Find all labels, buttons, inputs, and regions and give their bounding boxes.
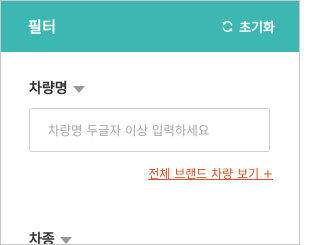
reset-label: 초기화	[239, 21, 275, 36]
view-all-brands-link[interactable]: 전체 브랜드 차량 보기 +	[148, 165, 273, 182]
refresh-icon	[221, 20, 234, 33]
reset-button[interactable]: 초기화	[221, 17, 275, 36]
filter-title: 필터	[28, 18, 57, 36]
caret-down-icon	[72, 85, 85, 93]
vehicle-type-heading: 차종	[29, 232, 55, 245]
vehicle-type-section-toggle[interactable]: 차종	[29, 229, 72, 245]
filter-header: 필터 초기화	[1, 1, 299, 52]
vehicle-name-search-input[interactable]	[29, 108, 270, 152]
caret-down-icon	[59, 236, 72, 244]
filter-panel: 필터 초기화 차량명 전체 브랜드 차량 보기 + 차종	[0, 0, 300, 245]
vehicle-name-heading: 차량명	[29, 81, 68, 97]
vehicle-name-section-toggle[interactable]: 차량명	[29, 78, 85, 98]
